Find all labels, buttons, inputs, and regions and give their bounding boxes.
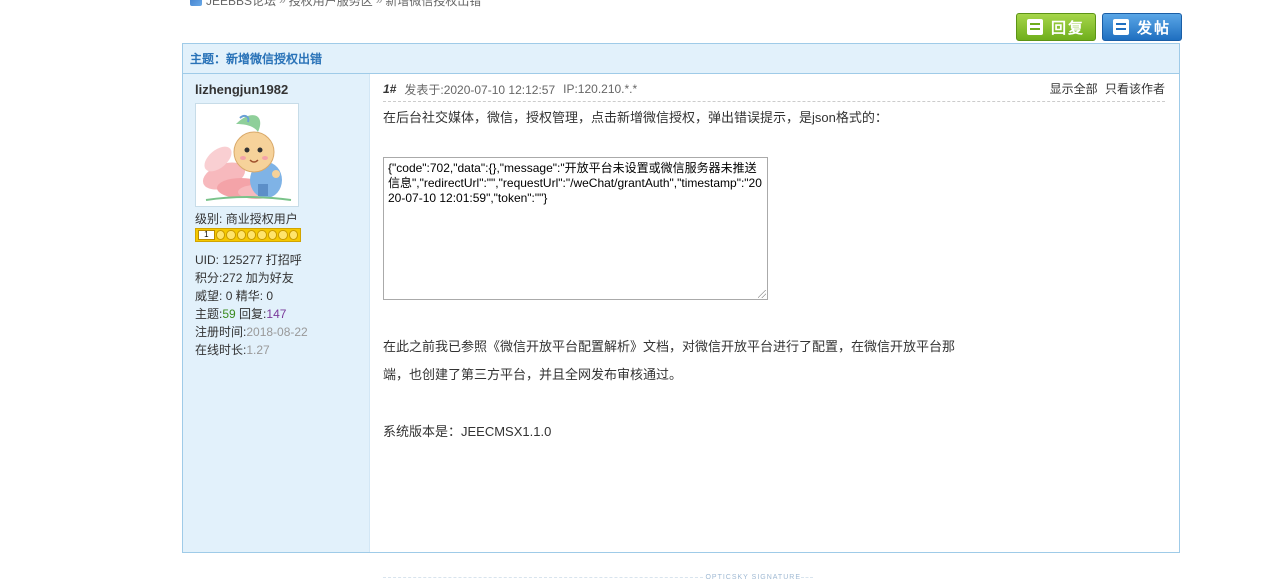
register-date: 2018-08-22 <box>246 325 308 339</box>
stat-points: 积分:272 加为好友 <box>195 269 308 287</box>
stat-prestige: 威望: 0 精华: 0 <box>195 287 308 305</box>
stat-online: 在线时长:1.27 <box>195 341 308 359</box>
stat-topics: 主题:59 回复:147 <box>195 305 308 323</box>
edit-icon <box>1112 19 1129 35</box>
author-sidebar: lizhengjun1982 级别: 商业授权用户 1 UID: 125277 … <box>183 74 370 552</box>
post-paragraph: 在后台社交媒体，微信，授权管理，点击新增微信授权，弹出错误提示，是json格式的… <box>383 110 888 125</box>
code-content: {"code":702,"data":{},"message":"开放平台未设置… <box>388 161 762 205</box>
show-all-link[interactable]: 显示全部 <box>1050 82 1098 96</box>
uid-value: 125277 <box>222 253 263 267</box>
level-badge: 1 <box>195 228 301 242</box>
breadcrumb: JEEBBS论坛 » 授权用户服务区 » 新增微信授权出错 <box>190 0 481 8</box>
reply-button[interactable]: 回复 <box>1016 13 1096 41</box>
star-icon <box>278 230 288 240</box>
star-icon <box>257 230 267 240</box>
points-label: 积分: <box>195 271 223 285</box>
thread-container: 主题：新增微信授权出错 lizhengjun1982 级别: 商业授权用户 1 … <box>182 43 1180 581</box>
level-value: 商业授权用户 <box>225 212 298 226</box>
stat-register: 注册时间:2018-08-22 <box>195 323 308 341</box>
post-filters: 显示全部 只看该作者 <box>1046 80 1165 97</box>
topics-label: 主题: <box>195 307 223 321</box>
points-value: 272 <box>222 271 243 285</box>
thread-title: 主题：新增微信授权出错 <box>190 52 323 66</box>
post-meta: 1# 发表于:2020-07-10 12:12:57 IP:120.210.*.… <box>383 80 1165 102</box>
breadcrumb-current: 新增微信授权出错 <box>385 0 482 8</box>
new-post-button[interactable]: 发帖 <box>1102 13 1182 41</box>
divider-line <box>383 576 704 578</box>
thread-header: 主题：新增微信授权出错 <box>183 44 1179 74</box>
essence-value: 0 <box>266 289 274 303</box>
replies-value: 147 <box>266 307 287 321</box>
prestige-label: 威望: <box>195 289 223 303</box>
reply-icon <box>1026 19 1043 35</box>
author-username[interactable]: lizhengjun1982 <box>195 82 288 97</box>
essence-label: 精华: <box>235 289 264 303</box>
stat-uid: UID: 125277 打招呼 <box>195 251 308 269</box>
avatar[interactable] <box>195 103 299 207</box>
code-textarea[interactable]: {"code":702,"data":{},"message":"开放平台未设置… <box>383 157 768 300</box>
divider-line <box>801 576 813 578</box>
post-paragraph: 系统版本是：JEECMSX1.1.0 <box>383 424 552 439</box>
star-icon <box>226 230 236 240</box>
post-timestamp: 发表于:2020-07-10 12:12:57 <box>404 82 556 97</box>
signature-label: OPTICSKY SIGNATURE <box>705 573 801 581</box>
online-hours: 1.27 <box>246 343 270 357</box>
star-icon <box>236 230 247 240</box>
new-post-button-label: 发帖 <box>1136 19 1171 37</box>
add-friend-link[interactable]: 加为好友 <box>246 271 294 285</box>
cartoon-monk-avatar-icon <box>196 104 298 206</box>
author-level: 级别: 商业授权用户 <box>195 210 298 227</box>
post-paragraph: 在此之前我已参照《微信开放平台配置解析》文档，对微信开放平台进行了配置，在微信开… <box>383 339 956 382</box>
breadcrumb-separator: » <box>375 0 383 7</box>
prestige-value: 0 <box>225 289 233 303</box>
post-content: 1# 发表于:2020-07-10 12:12:57 IP:120.210.*.… <box>383 74 1165 581</box>
star-icon <box>215 230 226 240</box>
home-icon[interactable] <box>190 0 202 6</box>
replies-label: 回复: <box>239 307 267 321</box>
signature-divider: OPTICSKY SIGNATURE <box>383 571 813 583</box>
online-label: 在线时长: <box>195 343 247 357</box>
level-label: 级别: <box>195 212 223 226</box>
greet-link[interactable]: 打招呼 <box>266 253 302 267</box>
star-icon <box>267 230 278 240</box>
reply-button-label: 回复 <box>1050 19 1085 37</box>
author-stats: UID: 125277 打招呼 积分:272 加为好友 威望: 0 精华: 0 … <box>195 251 308 359</box>
breadcrumb-forum[interactable]: JEEBBS论坛 <box>206 0 276 9</box>
resize-handle-icon[interactable] <box>758 290 766 298</box>
breadcrumb-board[interactable]: 授权用户服务区 <box>289 0 373 9</box>
only-author-link[interactable]: 只看该作者 <box>1105 82 1165 96</box>
star-icon <box>247 230 257 240</box>
topics-value: 59 <box>222 307 236 321</box>
uid-label: UID: <box>195 253 219 267</box>
post-floor: 1# <box>383 82 397 96</box>
star-icon <box>288 230 299 240</box>
post-ip: IP:120.210.*.* <box>563 82 638 96</box>
register-label: 注册时间: <box>195 325 247 339</box>
badge-level-number: 1 <box>198 230 215 240</box>
breadcrumb-separator: » <box>279 0 286 7</box>
